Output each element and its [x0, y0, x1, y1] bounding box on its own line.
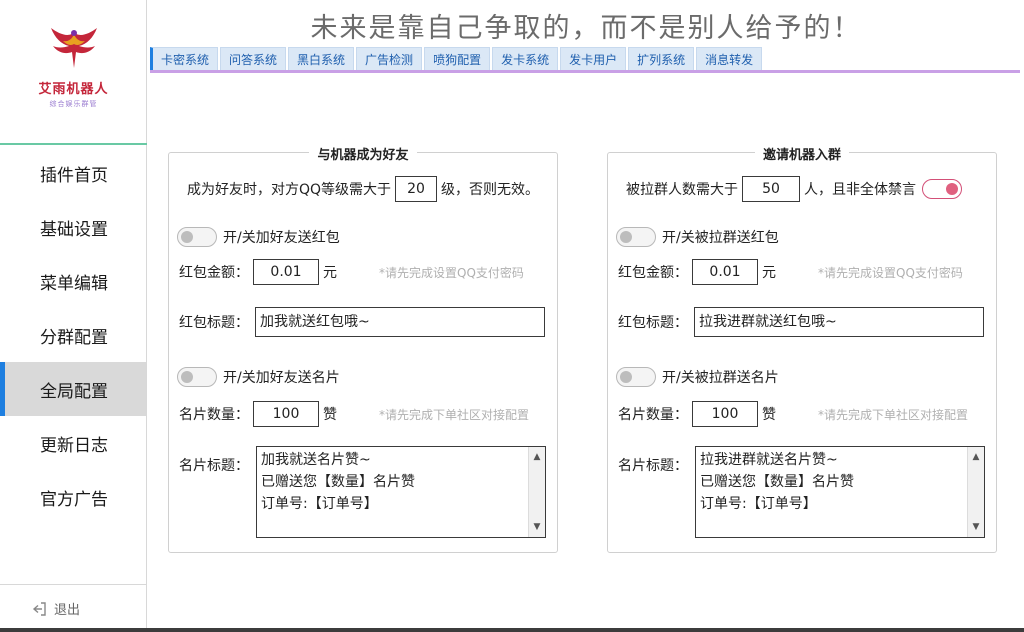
level-prefix-label: 成为好友时，对方QQ等级需大于 — [187, 182, 392, 198]
sidebar-item-global-config[interactable]: 全局配置 — [0, 362, 146, 416]
group-redpacket-toggle[interactable] — [616, 227, 656, 247]
amount-hint: *请先完成设置QQ支付密码 — [818, 265, 963, 280]
amount-label: 红包金额： — [179, 265, 249, 281]
tab-spray-config[interactable]: 喷狗配置 — [424, 47, 491, 70]
phoenix-logo-icon — [50, 28, 97, 68]
redpacket-toggle-row: 开/关加好友送红包 — [177, 227, 340, 247]
logout-button[interactable]: 退出 — [0, 584, 146, 632]
textarea-scrollbar[interactable]: ▲ ▼ — [528, 447, 545, 537]
card-toggle-row: 开/关被拉群送名片 — [616, 367, 779, 387]
amount-hint: *请先完成设置QQ支付密码 — [379, 265, 524, 280]
rp-title-row: 红包标题： 拉我进群就送红包哦~ — [618, 307, 988, 337]
rp-title-row: 红包标题： 加我就送红包哦~ — [179, 307, 549, 337]
sidebar-item-group-config[interactable]: 分群配置 — [0, 308, 146, 362]
mute-all-toggle[interactable] — [922, 179, 962, 199]
amount-row: 红包金额： 0.01 元 *请先完成设置QQ支付密码 — [179, 259, 524, 285]
scroll-down-icon[interactable]: ▼ — [529, 519, 545, 535]
friend-settings-panel: 与机器成为好友 成为好友时，对方QQ等级需大于 20 级，否则无效。 开/关加好… — [168, 148, 558, 553]
sidebar-item-official-ads[interactable]: 官方广告 — [0, 470, 146, 524]
tab-expand-list-system[interactable]: 扩列系统 — [628, 47, 695, 70]
logo-name: 艾雨机器人 — [38, 82, 109, 97]
sidebar-item-menu-editor[interactable]: 菜单编辑 — [0, 254, 146, 308]
count-prefix-label: 被拉群人数需大于 — [626, 182, 738, 198]
friend-card-toggle[interactable] — [177, 367, 217, 387]
count-row: 被拉群人数需大于 50 人，且非全体禁言 — [626, 176, 968, 202]
tab-ad-detection[interactable]: 广告检测 — [356, 47, 423, 70]
tab-message-forward[interactable]: 消息转发 — [696, 47, 763, 70]
textarea-line: 已赠送您【数量】名片赞 — [261, 474, 415, 490]
amount-row: 红包金额： 0.01 元 *请先完成设置QQ支付密码 — [618, 259, 963, 285]
card-count-input[interactable]: 100 — [692, 401, 758, 427]
toggle-label: 开/关被拉群送红包 — [662, 230, 779, 246]
rp-title-label: 红包标题： — [179, 315, 249, 331]
card-count-input[interactable]: 100 — [253, 401, 319, 427]
card-count-unit: 赞 — [323, 407, 337, 423]
card-count-row: 名片数量： 100 赞 *请先完成下单社区对接配置 — [618, 401, 968, 427]
tab-card-issue-users[interactable]: 发卡用户 — [560, 47, 627, 70]
sidebar-item-basic-settings[interactable]: 基础设置 — [0, 200, 146, 254]
amount-unit: 元 — [762, 265, 776, 281]
logout-icon — [32, 601, 46, 616]
count-input[interactable]: 50 — [742, 176, 800, 202]
level-suffix-label: 级，否则无效。 — [441, 182, 540, 198]
tab-card-code-system[interactable]: 卡密系统 — [150, 47, 219, 70]
friend-redpacket-toggle[interactable] — [177, 227, 217, 247]
rp-title-input[interactable]: 拉我进群就送红包哦~ — [694, 307, 984, 337]
rp-title-input[interactable]: 加我就送红包哦~ — [255, 307, 545, 337]
card-title-row: 名片标题： — [618, 455, 688, 475]
group-card-toggle[interactable] — [616, 367, 656, 387]
rp-title-label: 红包标题： — [618, 315, 688, 331]
logout-label: 退出 — [54, 603, 81, 618]
amount-label: 红包金额： — [618, 265, 688, 281]
card-toggle-row: 开/关加好友送名片 — [177, 367, 340, 387]
card-count-row: 名片数量： 100 赞 *请先完成下单社区对接配置 — [179, 401, 529, 427]
textarea-line: 已赠送您【数量】名片赞 — [700, 474, 854, 490]
toggle-label: 开/关被拉群送名片 — [662, 370, 779, 386]
card-title-label: 名片标题： — [179, 458, 249, 474]
sidebar-item-changelog[interactable]: 更新日志 — [0, 416, 146, 470]
amount-input[interactable]: 0.01 — [692, 259, 758, 285]
card-count-label: 名片数量： — [618, 407, 688, 423]
tab-blackwhite-system[interactable]: 黑白系统 — [288, 47, 355, 70]
card-hint: *请先完成下单社区对接配置 — [818, 407, 969, 422]
card-title-textarea[interactable]: 加我就送名片赞~ 已赠送您【数量】名片赞 订单号:【订单号】 ▲ ▼ — [256, 446, 546, 538]
amount-unit: 元 — [323, 265, 337, 281]
group-settings-panel: 邀请机器入群 被拉群人数需大于 50 人，且非全体禁言 开/关被拉群送红包 红包… — [607, 148, 997, 553]
card-title-textarea[interactable]: 拉我进群就送名片赞~ 已赠送您【数量】名片赞 订单号:【订单号】 ▲ ▼ — [695, 446, 985, 538]
tab-bar: 卡密系统 问答系统 黑白系统 广告检测 喷狗配置 发卡系统 发卡用户 扩列系统 … — [150, 47, 1020, 73]
textarea-scrollbar[interactable]: ▲ ▼ — [967, 447, 984, 537]
toggle-label: 开/关加好友送名片 — [223, 370, 340, 386]
level-row: 成为好友时，对方QQ等级需大于 20 级，否则无效。 — [187, 176, 539, 202]
logo-subtitle: 综合娱乐群管 — [49, 100, 98, 108]
logo: 艾雨机器人 综合娱乐群管 — [0, 0, 147, 145]
amount-input[interactable]: 0.01 — [253, 259, 319, 285]
sidebar-menu: 插件首页 基础设置 菜单编辑 分群配置 全局配置 更新日志 官方广告 — [0, 146, 146, 524]
tab-card-issue-system[interactable]: 发卡系统 — [492, 47, 559, 70]
count-suffix-label: 人，且非全体禁言 — [804, 182, 916, 198]
card-count-label: 名片数量： — [179, 407, 249, 423]
sidebar: 艾雨机器人 综合娱乐群管 插件首页 基础设置 菜单编辑 分群配置 全局配置 更新… — [0, 0, 147, 632]
toggle-label: 开/关加好友送红包 — [223, 230, 340, 246]
panel-title: 与机器成为好友 — [309, 148, 417, 163]
card-title-row: 名片标题： — [179, 455, 249, 475]
scroll-up-icon[interactable]: ▲ — [529, 449, 545, 465]
motto-banner: 未来是靠自己争取的，而不是别人给予的！ — [310, 13, 862, 44]
redpacket-toggle-row: 开/关被拉群送红包 — [616, 227, 779, 247]
card-hint: *请先完成下单社区对接配置 — [379, 407, 530, 422]
scroll-down-icon[interactable]: ▼ — [968, 519, 984, 535]
tab-qa-system[interactable]: 问答系统 — [220, 47, 287, 70]
textarea-line: 拉我进群就送名片赞~ — [700, 452, 838, 468]
textarea-line: 订单号:【订单号】 — [700, 496, 817, 512]
sidebar-item-plugin-home[interactable]: 插件首页 — [0, 146, 146, 200]
textarea-line: 订单号:【订单号】 — [261, 496, 378, 512]
scroll-up-icon[interactable]: ▲ — [968, 449, 984, 465]
window-bottom-border — [0, 628, 1024, 632]
level-input[interactable]: 20 — [395, 176, 438, 202]
textarea-line: 加我就送名片赞~ — [261, 452, 371, 468]
card-title-label: 名片标题： — [618, 458, 688, 474]
card-count-unit: 赞 — [762, 407, 776, 423]
panel-title: 邀请机器入群 — [754, 148, 849, 163]
